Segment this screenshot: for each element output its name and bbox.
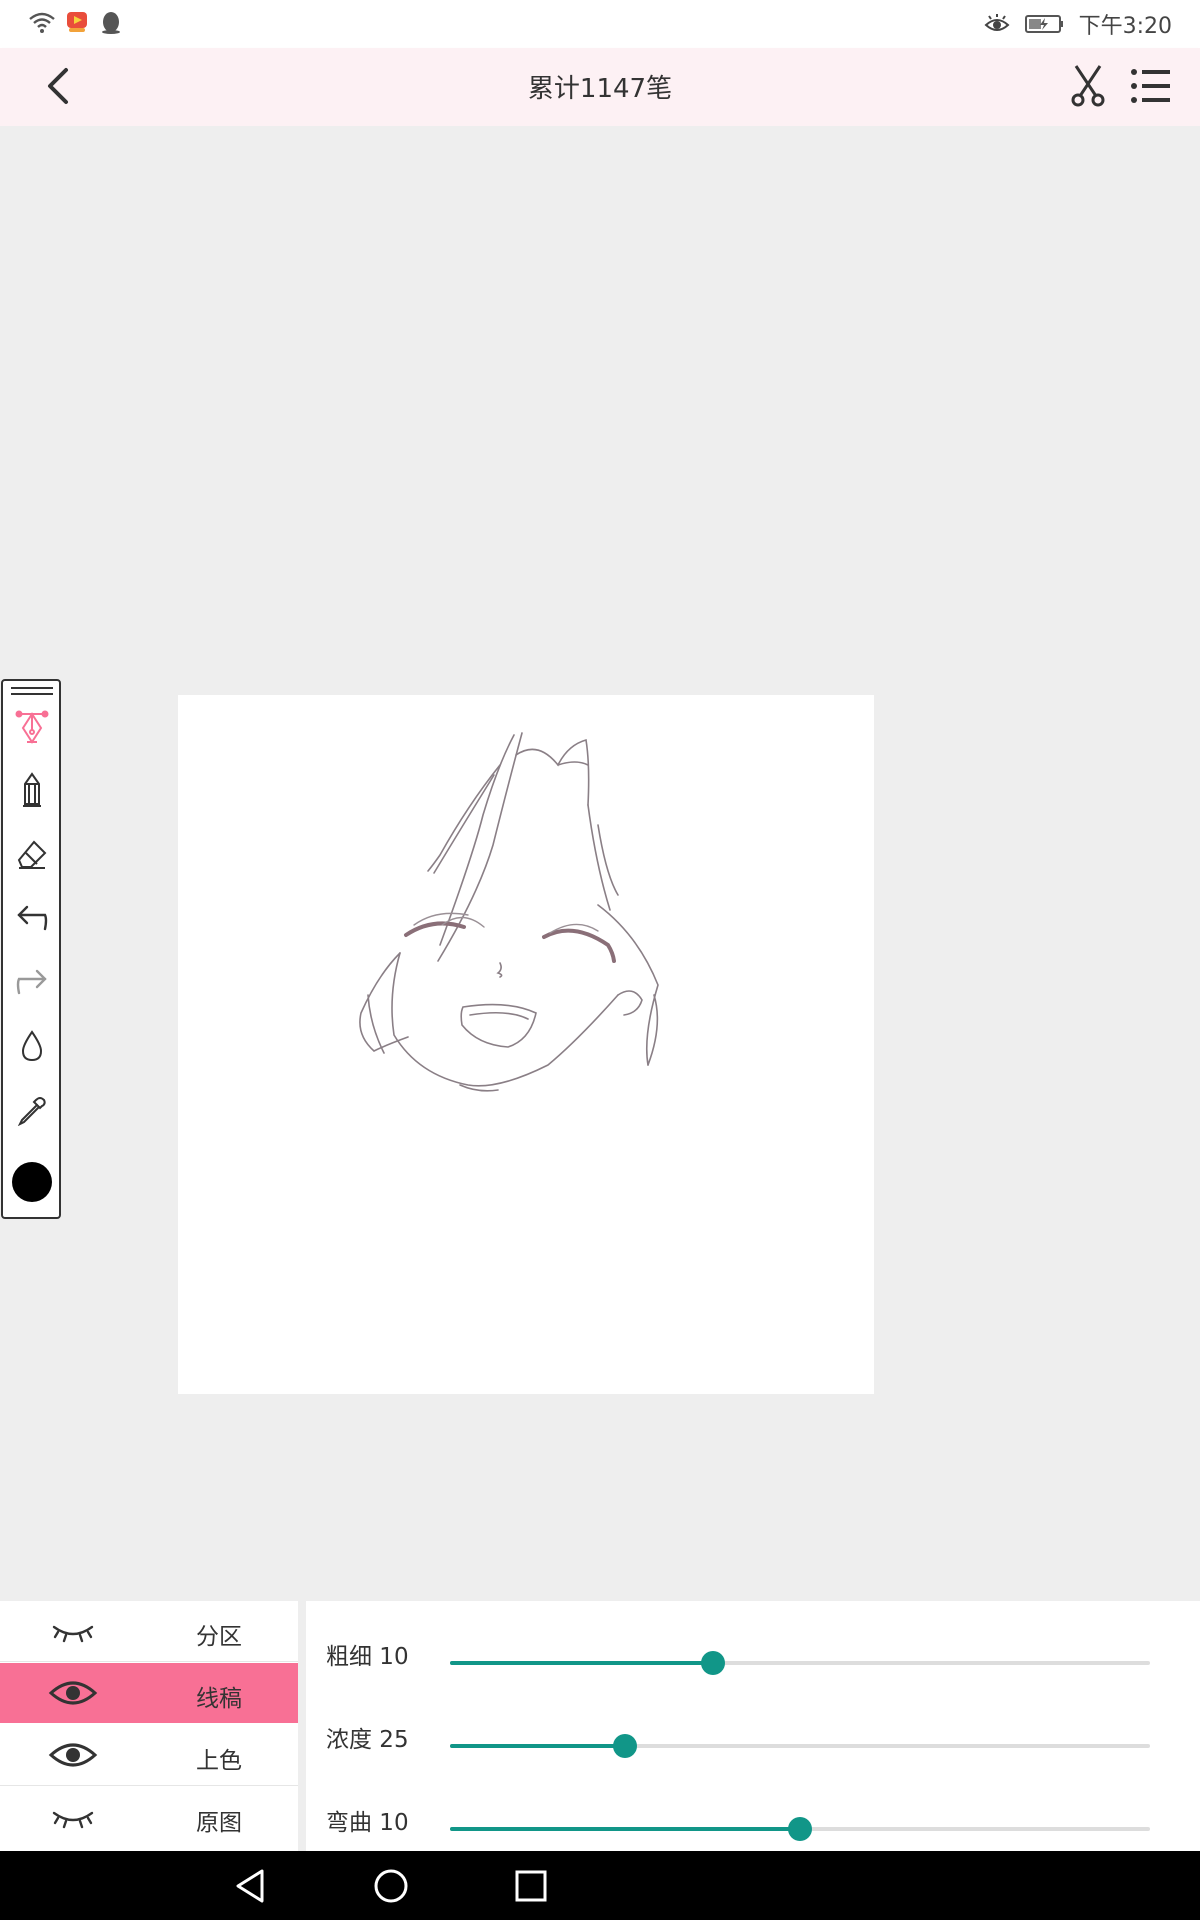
layer-label: 上色 [196,1748,242,1774]
nav-home-button[interactable] [370,1865,412,1907]
tool-palette[interactable] [1,679,61,1219]
thickness-slider[interactable] [450,1651,1150,1675]
layer-row-lineart[interactable]: 线稿 [0,1663,298,1723]
eye-open-icon[interactable] [48,1737,98,1773]
slider-fill [450,1661,713,1665]
video-app-icon [67,12,87,32]
eraser-icon [17,840,47,869]
redo-icon [16,969,47,995]
square-recents-icon [515,1870,547,1902]
drawing-canvas[interactable] [178,695,874,1394]
tool-pencil[interactable] [3,765,61,815]
layer-label: 线稿 [196,1686,242,1712]
slider-row-opacity: 浓度 25 [306,1706,1200,1766]
system-nav-bar [0,1851,1200,1920]
triangle-back-icon [236,1869,264,1903]
layer-label: 分区 [196,1624,242,1650]
menu-button[interactable] [1128,64,1172,108]
scissors-icon [1071,65,1105,107]
slider-row-thickness: 粗细 10 [306,1623,1200,1683]
pencil-icon [23,772,41,807]
tool-fill[interactable] [3,1021,61,1071]
layer-row-original[interactable]: 原图 [0,1787,298,1847]
slider-row-curve: 弯曲 10 [306,1789,1200,1849]
layer-row-color[interactable]: 上色 [0,1725,298,1786]
brush-settings-panel: 粗细 10 浓度 25 弯曲 10 [306,1601,1200,1851]
qq-penguin-icon [102,12,120,34]
slider-thumb[interactable] [613,1734,637,1758]
page-title: 累计1147笔 [527,74,673,104]
pen-nib-icon [15,710,49,744]
slider-thumb[interactable] [788,1817,812,1841]
layer-row-partition[interactable]: 分区 [0,1601,298,1662]
tool-redo[interactable] [3,957,61,1007]
eye-closed-icon[interactable] [48,1613,98,1649]
status-left [28,10,122,34]
top-app-bar: 累计1147笔 [0,48,1200,126]
nav-recents-button[interactable] [510,1865,552,1907]
current-color-swatch[interactable] [12,1162,52,1202]
menu-list-icon [1131,69,1170,103]
line-art-sketch [359,732,659,1092]
tool-pen[interactable] [3,703,61,753]
layer-panel: 分区 线稿 上色 原图 [0,1601,298,1851]
crop-button[interactable] [1068,64,1108,108]
eyedropper-icon [17,1097,46,1126]
circle-home-icon [374,1869,408,1903]
status-bar: 下午3:20 [0,0,1200,48]
eye-open-icon[interactable] [48,1675,98,1711]
curve-slider[interactable] [450,1817,1150,1841]
drop-icon [21,1030,43,1062]
slider-label: 浓度 25 [326,1727,409,1753]
status-right: 下午3:20 [983,8,1172,40]
slider-fill [450,1744,625,1748]
undo-icon [17,905,48,931]
tool-eyedropper[interactable] [3,1085,61,1135]
tool-eraser[interactable] [3,829,61,879]
eye-closed-icon[interactable] [48,1799,98,1835]
battery-charging-icon [1024,15,1063,33]
canvas-workspace[interactable] [0,126,1200,1598]
layer-label: 原图 [196,1810,242,1836]
slider-thumb[interactable] [700,1651,725,1675]
eye-comfort-icon [984,14,1010,31]
opacity-slider[interactable] [450,1734,1150,1758]
slider-label: 弯曲 10 [326,1810,409,1836]
tool-undo[interactable] [3,893,61,943]
nav-back-button[interactable] [230,1865,272,1907]
drag-handle-icon[interactable] [11,687,53,697]
status-time: 下午3:20 [1078,14,1172,39]
slider-label: 粗细 10 [326,1644,409,1670]
slider-fill [450,1827,800,1831]
wifi-icon [29,12,55,33]
